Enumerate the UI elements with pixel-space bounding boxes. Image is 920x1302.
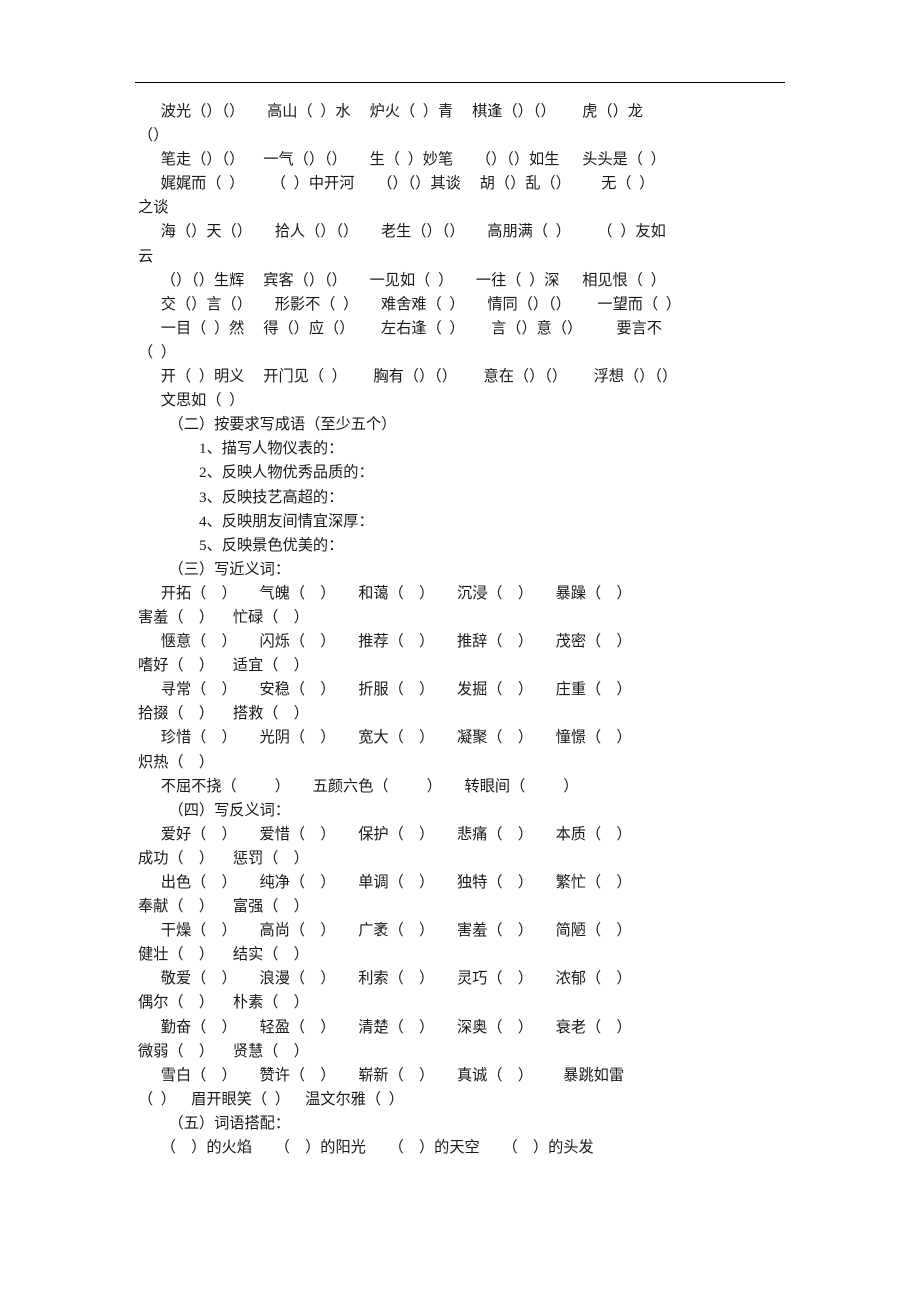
synonym-line: 不屈不挠（ ） 五颜六色（ ） 转眼间（ ） — [138, 777, 579, 795]
synonym-line: 开拓（ ） 气魄（ ） 和蔼（ ） 沉浸（ ） 暴躁（ ） — [138, 584, 632, 602]
idiom-line-wrap: 之谈 — [138, 199, 169, 217]
section-two-item: 2、反映人物优秀品质的： — [199, 464, 374, 482]
antonym-line: 干燥（ ） 高尚（ ） 广袤（ ） 害羞（ ） 简陋（ ） — [138, 922, 632, 940]
idiom-line: 交（）言（） 形影不（ ） 难舍难（ ） 情同（）（） 一望而（ ） — [138, 295, 681, 313]
antonym-line-wrap: 奉献（ ） 富强（ ） — [138, 898, 309, 916]
antonym-line: 雪白（ ） 赞许（ ） 崭新（ ） 真诚（ ） 暴跳如雷 — [138, 1066, 624, 1084]
section-two: （二）按要求写成语（至少五个） 1、描写人物仪表的： 2、反映人物优秀品质的： … — [0, 413, 920, 558]
antonym-line: 勤奋（ ） 轻盈（ ） 清楚（ ） 深奥（ ） 衰老（ ） — [138, 1018, 632, 1036]
section-three: （三）写近义词： 开拓（ ） 气魄（ ） 和蔼（ ） 沉浸（ ） 暴躁（ ） 害… — [0, 558, 920, 799]
idiom-line: 笔走（）（） 一气（）（） 生（ ）妙笔 （）（）如生 头头是（ ） — [138, 151, 666, 169]
section-five-heading: （五）词语搭配： — [168, 1114, 291, 1132]
antonym-line-wrap: 微弱（ ） 贤慧（ ） — [138, 1042, 309, 1060]
antonym-line: 出色（ ） 纯净（ ） 单调（ ） 独特（ ） 繁忙（ ） — [138, 874, 632, 891]
synonym-line-wrap: 害羞（ ） 忙碌（ ） — [138, 608, 309, 626]
section-three-heading: （三）写近义词： — [168, 560, 291, 578]
idiom-line: 一目（ ）然 得（）应（） 左右逢（ ） 言（）意（） 要言不 — [138, 319, 662, 337]
section-four-heading: （四）写反义词： — [168, 801, 291, 819]
idiom-line: 海（）天（） 拾人（）（） 老生（）（） 高朋满（ ） （ ）友如 — [138, 223, 666, 241]
synonym-line: 珍惜（ ） 光阴（ ） 宽大（ ） 凝聚（ ） 憧憬（ ） — [138, 729, 632, 747]
synonym-line: 惬意（ ） 闪烁（ ） 推荐（ ） 推辞（ ） 茂密（ ） — [138, 633, 632, 651]
antonym-line: 敬爱（ ） 浪漫（ ） 利索（ ） 灵巧（ ） 浓郁（ ） — [138, 970, 632, 988]
antonym-line-wrap: （ ） 眉开眼笑（ ） 温文尔雅（ ） — [138, 1090, 404, 1108]
section-five: （五）词语搭配： （ ）的火焰 （ ）的阳光 （ ）的天空 （ ）的头发 — [0, 1112, 920, 1160]
section-two-heading: （二）按要求写成语（至少五个） — [168, 416, 397, 434]
antonym-line-wrap: 成功（ ） 惩罚（ ） — [138, 849, 309, 867]
idiom-line: （）（）生辉 宾客（）（） 一见如（ ） 一往（ ）深 相见恨（ ） — [138, 271, 666, 289]
synonym-line-wrap: 炽热（ ） — [138, 753, 214, 771]
idiom-block: 波光（）（） 高山（ ）水 炉火（ ）青 棋逢（）（） 虎（）龙 （） 笔走（）… — [0, 100, 920, 413]
section-two-item: 5、反映景色优美的： — [199, 536, 344, 554]
idiom-line: 波光（）（） 高山（ ）水 炉火（ ）青 棋逢（）（） 虎（）龙 — [138, 103, 643, 120]
synonym-line: 寻常（ ） 安稳（ ） 折服（ ） 发掘（ ） 庄重（ ） — [138, 681, 632, 699]
idiom-line-wrap: 云 — [138, 247, 154, 265]
idiom-line-wrap: （ ） — [138, 343, 176, 361]
section-two-item: 4、反映朋友间情宜深厚： — [199, 512, 374, 530]
idiom-line: 文思如（ ） — [138, 392, 245, 410]
section-four: （四）写反义词： 爱好（ ） 爱惜（ ） 保护（ ） 悲痛（ ） 本质（ ） 成… — [0, 799, 920, 1112]
section-two-item: 3、反映技艺高超的： — [199, 488, 344, 506]
header-rule — [135, 82, 785, 83]
idiom-line-wrap: （） — [138, 127, 169, 145]
antonym-line-wrap: 偶尔（ ） 朴素（ ） — [138, 994, 309, 1012]
synonym-line-wrap: 嗜好（ ） 适宜（ ） — [138, 657, 309, 675]
collocation-line: （ ）的火焰 （ ）的阳光 （ ）的天空 （ ）的头发 — [138, 1139, 594, 1157]
antonym-line-wrap: 健壮（ ） 结实（ ） — [138, 946, 309, 964]
synonym-line-wrap: 拾掇（ ） 搭救（ ） — [138, 705, 309, 723]
idiom-line: 娓娓而（ ） （ ）中开河 （）（）其谈 胡（）乱（） 无（ ） — [138, 175, 655, 193]
idiom-line: 开（ ）明义 开门见（ ） 胸有（）（） 意在（）（） 浮想（）（） — [138, 368, 678, 386]
section-two-item: 1、描写人物仪表的： — [199, 440, 344, 458]
document-body: 波光（）（） 高山（ ）水 炉火（ ）青 棋逢（）（） 虎（）龙 （） 笔走（）… — [0, 100, 920, 1160]
document-page: 波光（）（） 高山（ ）水 炉火（ ）青 棋逢（）（） 虎（）龙 （） 笔走（）… — [0, 0, 920, 1302]
antonym-line: 爱好（ ） 爱惜（ ） 保护（ ） 悲痛（ ） 本质（ ） — [138, 825, 632, 843]
